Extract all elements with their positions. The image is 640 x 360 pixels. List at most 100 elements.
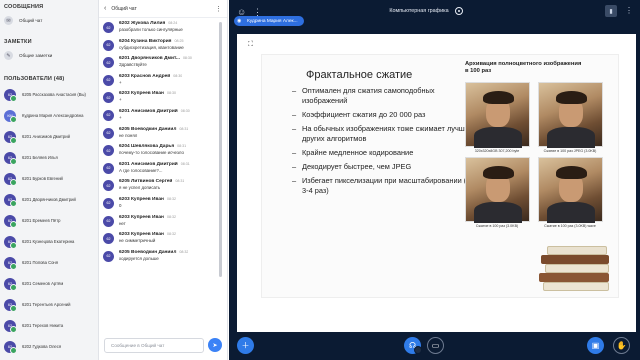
chat-message: 62 6203 Купреев Иван 08:32 0 — [99, 194, 221, 212]
back-arrow-icon[interactable]: ‹ — [104, 5, 106, 12]
presentation-toggle-button[interactable]: ▣ — [587, 337, 604, 354]
presenter-icon: ◉ — [237, 18, 242, 24]
bullet-item: – Крайне медленное кодирование — [292, 148, 414, 157]
raise-hand-button[interactable]: ✋ — [613, 337, 630, 354]
message-time: 08:30 — [180, 108, 190, 113]
chat-title: Общий чат — [111, 5, 137, 12]
plus-icon: ＋ — [241, 341, 250, 350]
user-row[interactable]: 62 6201 Еремеев Пётр — [0, 210, 98, 231]
user-row[interactable]: КМ Кудрина Мария Александровна — [0, 105, 98, 126]
message-author: 6201 Анисимов Дмитрий — [119, 108, 178, 114]
avatar: 62 — [4, 256, 17, 270]
app-window: СООБЩЕНИЯ ✉ Общий чат ЗАМЕТКИ ✎ Общие за… — [0, 0, 640, 360]
chat-icon: ✉ — [4, 16, 13, 25]
chat-message: 62 6201 Анисимов Дмитрий 08:31 А где голосо… — [99, 159, 221, 177]
sidebar-item-public-chat[interactable]: ✉ Общий чат — [0, 12, 98, 29]
image-caption: Сжатие в 100 раз (3.0KB) — [475, 224, 519, 228]
chat-header: ‹ Общий чат ⋮ — [99, 0, 227, 18]
avatar: 62 — [103, 127, 114, 139]
bullet-text: На обычных изображениях тоже сжимает луч… — [302, 124, 469, 143]
user-name: 6202 Гудкова Олеся — [22, 344, 62, 349]
message-time: 08:25 — [174, 38, 184, 43]
user-row[interactable]: 62 6201 Кузнецова Екатерина — [0, 231, 98, 252]
message-time: 08:24 — [168, 21, 178, 25]
message-author: 6205 Литвинов Сергей — [119, 179, 173, 185]
user-row[interactable]: 62 6201 Анисимов Дмитрий — [0, 126, 98, 147]
message-author: 6203 Краснов Андрей — [119, 73, 171, 79]
message-author: 6203 Купреев Иван — [119, 214, 164, 220]
chat-message: 62 6205 Воеводкин Даниил 08:31 не понял — [99, 124, 221, 142]
message-author: 6201 Дворянчиков Дмит... — [119, 56, 180, 62]
headset-icon: ☊ — [408, 341, 417, 350]
message-time: 08:32 — [166, 214, 176, 219]
kebab-menu-icon[interactable]: ⋮ — [215, 5, 222, 13]
connection-status-icon[interactable]: ▮ — [605, 5, 617, 17]
archive-title-line: в 100 раз — [465, 68, 492, 74]
user-row[interactable]: 62 6201 Дворянчиков Дмитрий — [0, 189, 98, 210]
user-row[interactable]: 62 6201 Попова Соня — [0, 252, 98, 273]
avatar: 62 — [4, 235, 17, 249]
bullet-item: – Декодирует быстрее, чем JPEG — [292, 162, 412, 171]
avatar: 62 — [4, 298, 17, 312]
fullscreen-icon[interactable]: ⛶ — [248, 41, 253, 49]
user-row[interactable]: 62 6205 Рассказова Анастасия (Вы) — [0, 84, 98, 105]
user-row[interactable]: 62 6201 Беляев Илья — [0, 147, 98, 168]
chat-message-input[interactable]: Сообщение в Общий чат — [104, 338, 204, 353]
send-icon: ➤ — [212, 342, 218, 349]
message-text: + — [119, 114, 122, 120]
bullet-item: – Оптимален для сжатия самоподобных изобр… — [292, 86, 477, 106]
message-text: не симметричный — [119, 238, 156, 244]
avatar: 62 — [103, 57, 114, 69]
portrait-image — [538, 82, 603, 148]
message-text: разобрали только сингулярные — [119, 27, 183, 32]
chat-message: 62 6204 Шевлякова Дарья 08:31 почему-то гол… — [99, 141, 221, 159]
message-author: 6204 Шевлякова Дарья — [119, 144, 175, 150]
users-section-title: ПОЛЬЗОВАТЕЛИ (48) — [4, 76, 65, 82]
recording-icon[interactable] — [455, 7, 463, 15]
message-author: 6201 Анисимов Дмитрий — [119, 161, 178, 167]
chat-message: 62 6203 Краснов Андрей 08:30 + — [99, 71, 221, 89]
message-text: я не успел дописать — [119, 185, 161, 191]
chat-scrollbar[interactable] — [219, 22, 222, 277]
user-name: 6201 Бурков Евгений — [22, 176, 63, 181]
audio-button[interactable]: ☊ — [404, 337, 422, 354]
bullet-text: Коэффициент сжатия до 20 000 раз — [302, 110, 426, 119]
avatar: 62 — [103, 109, 114, 121]
camera-off-icon: ▭ — [431, 341, 440, 350]
portrait-image — [538, 157, 603, 223]
user-row[interactable]: 62 6201 Семенов Артём — [0, 273, 98, 294]
avatar: 62 — [4, 172, 17, 186]
chat-message: 62 6203 Купреев Иван 08:32 нет — [99, 212, 221, 230]
notes-section-title: ЗАМЕТКИ — [4, 39, 32, 45]
hand-icon: ✋ — [616, 341, 627, 350]
user-row[interactable]: 62 6201 Бурков Евгений — [0, 168, 98, 189]
message-text: не понял — [119, 132, 138, 138]
message-author: 6203 Купреев Иван — [119, 91, 164, 97]
user-row[interactable]: 62 6202 Гудкова Олеся — [0, 336, 98, 357]
send-button[interactable]: ➤ — [208, 338, 222, 352]
user-name: 6201 Семенов Артём — [22, 281, 64, 286]
video-button[interactable]: ▭ — [427, 337, 444, 354]
presenter-badge[interactable]: ◉ Кудрина Мария Алек... — [234, 16, 304, 26]
message-text: А где голосование?... — [119, 167, 163, 173]
message-list: 62 6202 Жукова Лилия 08:24 разобрали только… — [99, 18, 221, 336]
actions-button[interactable]: ＋ — [237, 337, 254, 354]
avatar: 62 — [103, 162, 114, 174]
bullet-text: Крайне медленное кодирование — [302, 148, 414, 157]
shared-notes-label: Общие заметки — [19, 53, 53, 58]
chat-message: 62 6201 Дворянчиков Дмит... 08:30 Здравству… — [99, 53, 221, 71]
user-row[interactable]: 62 6201 Терентьев Арсений — [0, 294, 98, 315]
more-options-icon[interactable]: ⋮ — [625, 6, 633, 15]
message-text: субдискретизация, квантование — [119, 44, 184, 50]
message-text: ходируется дольше — [119, 255, 159, 261]
meeting-title: Компьютерная графика — [389, 8, 449, 14]
image-caption: Сжатие в 100 раз (3.0KB) wave — [544, 224, 596, 228]
avatar: 62 — [4, 88, 17, 102]
sidebar-item-shared-notes[interactable]: ✎ Общие заметки — [0, 47, 98, 64]
user-name: 6201 Дворянчиков Дмитрий — [22, 197, 76, 202]
message-time: 08:31 — [177, 144, 187, 149]
user-row[interactable]: 62 6201 Терехов Никита — [0, 315, 98, 336]
chat-message: 62 6201 Анисимов Дмитрий 08:30 + — [99, 106, 221, 124]
archive-title-line: Архивация полноцветного изображения — [465, 61, 582, 67]
message-author: 6205 Воеводкин Даниил — [119, 126, 177, 132]
